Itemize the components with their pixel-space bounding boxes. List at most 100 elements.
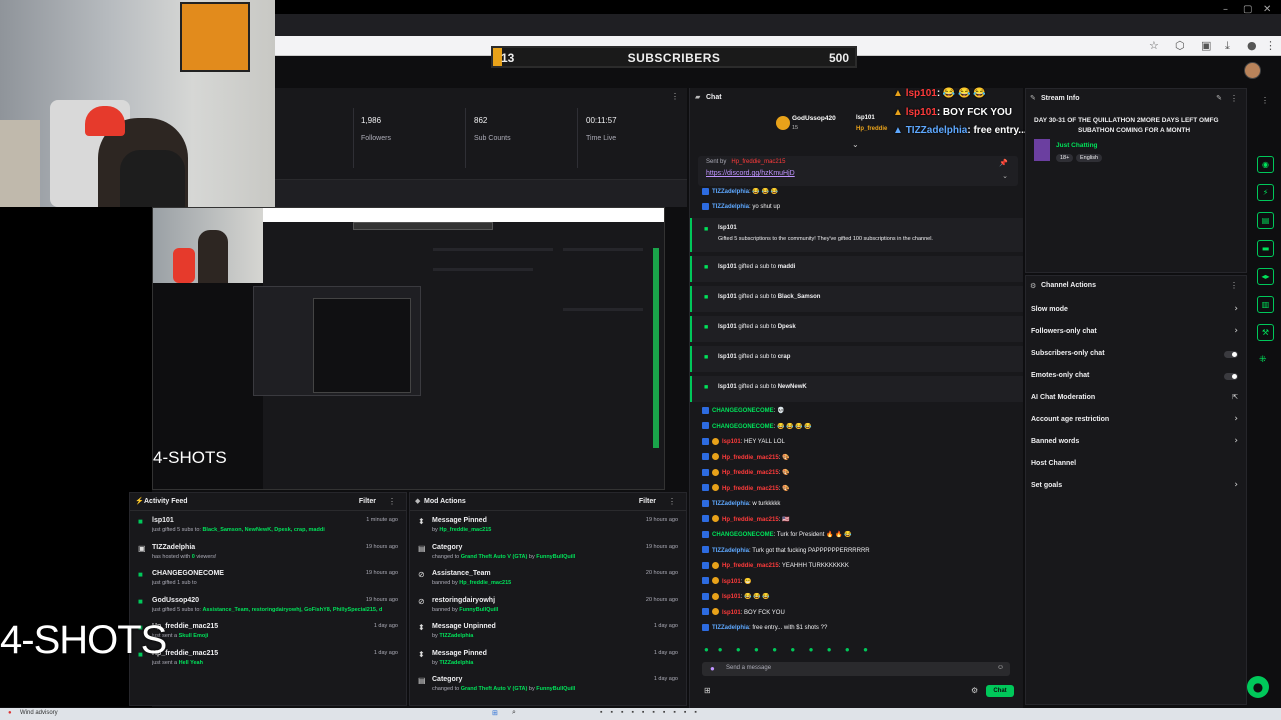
- chat-username[interactable]: Hp_freddie_mac215: [722, 563, 779, 569]
- quick-action-icon[interactable]: ◉: [1257, 156, 1274, 173]
- channel-action-banned-words[interactable]: Banned words: [1031, 438, 1079, 445]
- chat-message[interactable]: Hp_freddie_mac215: YEAHHH TURKKKKKKK: [702, 560, 849, 572]
- mod-menu-icon[interactable]: ⋮: [668, 497, 676, 506]
- activity-user[interactable]: lsp101: [152, 517, 174, 524]
- chat-username[interactable]: TIZZadelphia: [712, 189, 749, 195]
- activity-item[interactable]: ■ Hp_freddie_mac215 just sent a Hell Yeah 1…: [130, 648, 406, 674]
- chevron-right-icon[interactable]: ›: [1234, 326, 1238, 336]
- quick-action-icon[interactable]: ▤: [1257, 212, 1274, 229]
- chevron-down-icon[interactable]: ⌄: [852, 140, 859, 149]
- taskbar-apps[interactable]: ▪▪▪▪▪▪▪▪▪▪: [600, 709, 705, 716]
- expand-icon[interactable]: ⌄: [1002, 172, 1008, 180]
- chat-message[interactable]: TIZZadelphia: w turkkkkk: [702, 498, 780, 510]
- chat-message[interactable]: lsp101: BOY FCK YOU: [702, 607, 785, 619]
- weather-icon[interactable]: ●: [8, 710, 12, 716]
- chevron-right-icon[interactable]: ›: [1234, 414, 1238, 424]
- pin-icon[interactable]: 📌: [999, 159, 1008, 167]
- mod-action-item[interactable]: ⬍ Message Unpinned by TIZZadelphia 1 day ag…: [410, 621, 686, 647]
- external-link-icon[interactable]: ⇱: [1232, 393, 1238, 401]
- mod-action-item[interactable]: ▤ Category changed to Grand Theft Auto V (…: [410, 542, 686, 568]
- taskbar-search-icon[interactable]: ⌕: [512, 709, 516, 717]
- mod-action-item[interactable]: ⊘ restoringdairyowhj banned by FunnyBullQu…: [410, 595, 686, 621]
- chat-message[interactable]: TIZZadelphia: Turk got that fucking PAPP…: [702, 545, 870, 557]
- quick-action-icon[interactable]: ▥: [1257, 296, 1274, 313]
- stats-menu-icon[interactable]: ⋮: [671, 92, 679, 101]
- activity-item[interactable]: ▣ TIZZadelphia has hosted with 0 viewers! 1…: [130, 542, 406, 568]
- chat-username[interactable]: CHANGEGONECOME: [712, 424, 774, 430]
- chat-username[interactable]: TIZZadelphia: [712, 548, 749, 554]
- toggle-switch[interactable]: [1224, 351, 1238, 358]
- chat-message[interactable]: Hp_freddie_mac215: 🎨: [702, 467, 790, 479]
- chat-message[interactable]: lsp101: 😂 😂 😂: [702, 591, 770, 603]
- chat-username[interactable]: TIZZadelphia: [712, 625, 749, 631]
- emote-bar[interactable]: ● ● ● ● ● ● ● ● ● ●: [704, 645, 868, 654]
- activity-item[interactable]: ■ GodUssop420 just gifted 5 subs to: Assis…: [130, 595, 406, 621]
- activity-user[interactable]: GodUssop420: [152, 597, 199, 604]
- chat-username[interactable]: Hp_freddie_mac215: [722, 486, 779, 492]
- quick-action-icon[interactable]: ▬: [1257, 240, 1274, 257]
- chat-username[interactable]: Hp_freddie_mac215: [722, 517, 779, 523]
- help-chat-icon[interactable]: ●: [1247, 676, 1269, 698]
- channel-action-slow-mode[interactable]: Slow mode: [1031, 306, 1068, 313]
- chat-username[interactable]: lsp101: [722, 610, 741, 616]
- stream-category[interactable]: Just Chatting: [1056, 142, 1098, 149]
- add-icon[interactable]: ⁜: [1259, 354, 1267, 365]
- chevron-right-icon[interactable]: ›: [1234, 304, 1238, 314]
- chat-username[interactable]: lsp101: [722, 439, 741, 445]
- quick-action-icon[interactable]: ⚡: [1257, 184, 1274, 201]
- mod-action-item[interactable]: ⬍ Message Pinned by TIZZadelphia 1 day ago: [410, 648, 686, 674]
- chat-username[interactable]: TIZZadelphia: [712, 501, 749, 507]
- smile-icon[interactable]: ☺: [997, 664, 1004, 671]
- stream-tag[interactable]: 18+: [1056, 154, 1074, 162]
- mod-filter-button[interactable]: Filter: [639, 498, 656, 505]
- channel-action-ai-chat-moderation[interactable]: AI Chat Moderation: [1031, 394, 1095, 401]
- chevron-right-icon[interactable]: ›: [1234, 436, 1238, 446]
- tab-icon[interactable]: ▣: [1201, 39, 1211, 52]
- top-gifter-name[interactable]: GodUssop420: [792, 115, 836, 122]
- top-gifter-2-name[interactable]: lsp101: [856, 115, 875, 121]
- channel-action-subscribers-only-chat[interactable]: Subscribers-only chat: [1031, 350, 1105, 357]
- emote-picker-icon[interactable]: ●: [710, 664, 715, 673]
- pinned-message[interactable]: Sent by Hp_freddie_mac215 https://discor…: [698, 156, 1018, 186]
- stream-info-menu-icon[interactable]: ⋮: [1230, 94, 1238, 103]
- toggle-switch[interactable]: [1224, 373, 1238, 380]
- chat-message[interactable]: Hp_freddie_mac215: 🎨: [702, 452, 790, 464]
- chat-message[interactable]: TIZZadelphia: 😂 😂 😂: [702, 186, 778, 198]
- quick-action-icon[interactable]: ◂▸: [1257, 268, 1274, 285]
- gift-icon[interactable]: ⊞: [704, 686, 711, 695]
- chat-message[interactable]: CHANGEGONECOME: Turk for President 🔥 🔥 😂: [702, 529, 852, 541]
- download-icon[interactable]: ⤓: [1225, 39, 1230, 53]
- channel-action-emotes-only-chat[interactable]: Emotes-only chat: [1031, 372, 1089, 379]
- activity-filter-button[interactable]: Filter: [359, 498, 376, 505]
- avatar[interactable]: [1244, 62, 1261, 79]
- mod-action-item[interactable]: ⊘ Assistance_Team banned by Hp_freddie_mac…: [410, 568, 686, 594]
- activity-item[interactable]: ■ Hp_freddie_mac215 just sent a Skull Emoj…: [130, 621, 406, 647]
- chat-username[interactable]: lsp101: [722, 579, 741, 585]
- channel-action-set-goals[interactable]: Set goals: [1031, 482, 1062, 489]
- quick-action-icon[interactable]: ⚒: [1257, 324, 1274, 341]
- profile-icon[interactable]: ●: [1247, 39, 1257, 52]
- chat-username[interactable]: CHANGEGONECOME: [712, 532, 774, 538]
- pinned-link[interactable]: https://discord.gg/hzKmuHjD: [706, 170, 795, 177]
- start-icon[interactable]: ⊞: [492, 709, 498, 717]
- activity-user[interactable]: CHANGEGONECOME: [152, 570, 224, 577]
- edit-icon[interactable]: ✎: [1216, 94, 1222, 102]
- activity-menu-icon[interactable]: ⋮: [388, 497, 396, 506]
- chevron-right-icon[interactable]: ›: [1234, 480, 1238, 490]
- gift-user[interactable]: lsp101: [718, 225, 737, 231]
- chat-message[interactable]: lsp101: 😁: [702, 576, 752, 588]
- menu-kebab-icon[interactable]: ⋮: [1265, 39, 1276, 52]
- chat-username[interactable]: Hp_freddie_mac215: [722, 455, 779, 461]
- chat-send-button[interactable]: Chat: [986, 685, 1014, 697]
- extension-icon[interactable]: ⬡: [1175, 39, 1185, 52]
- chat-message[interactable]: Hp_freddie_mac215: 🇺🇸: [702, 514, 790, 526]
- channel-action-account-age-restriction[interactable]: Account age restriction: [1031, 416, 1109, 423]
- chat-username[interactable]: CHANGEGONECOME: [712, 408, 774, 414]
- mod-action-item[interactable]: ▤ Category changed to Grand Theft Auto V (…: [410, 674, 686, 700]
- chat-message[interactable]: lsp101: HEY YALL LOL: [702, 436, 785, 448]
- chat-username[interactable]: lsp101: [722, 594, 741, 600]
- activity-item[interactable]: ■ lsp101 just gifted 5 subs to: Black_Sams…: [130, 515, 406, 541]
- top-gifter-3-name[interactable]: Hp_freddie: [856, 126, 887, 132]
- chat-message[interactable]: CHANGEGONECOME: 😂 😂 😂 😂: [702, 421, 812, 433]
- chat-message[interactable]: TIZZadelphia: yo shut up: [702, 201, 780, 213]
